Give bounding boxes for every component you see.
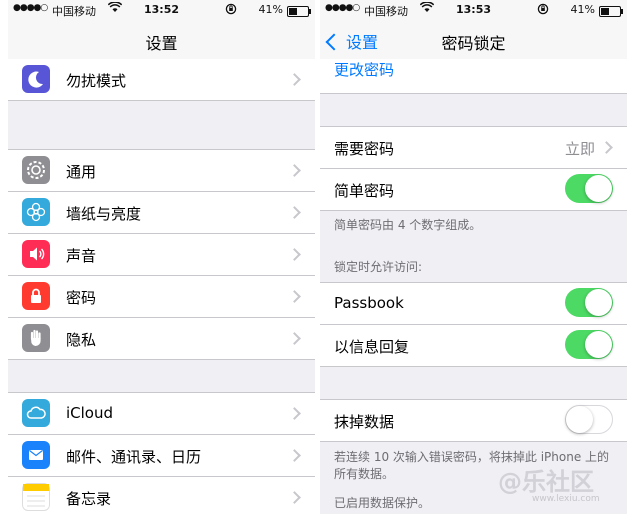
navigation-bar: 设置 密码锁定 [320,20,627,63]
settings-row-notes[interactable]: 备忘录 [8,477,315,514]
battery-icon [599,6,623,17]
chevron-right-icon [288,206,301,219]
settings-row-do-not-disturb[interactable]: 勿扰模式 [8,59,315,100]
simple-password-note: 简单密码由 4 个数字组成。 [334,218,482,232]
require-password-row[interactable]: 需要密码 立即 [320,127,627,169]
row-label: 声音 [66,247,97,265]
gear-icon [22,156,50,184]
row-label: 邮件、通讯录、日历 [66,448,202,466]
allow-access-group: Passbook 以信息回复 [320,282,627,367]
row-label: 以信息回复 [334,338,410,356]
settings-list[interactable]: 勿扰模式 通用 墙纸与亮度 声音 密码 隐私 iCloud 邮件、通讯录、日历 … [8,59,315,514]
page-title: 设置 [145,34,178,53]
password-options-group: 需要密码 立即 简单密码 [320,126,627,211]
settings-row-sounds[interactable]: 声音 [8,234,315,276]
erase-data-toggle[interactable] [565,405,613,434]
passbook-row: Passbook [320,283,627,325]
passcode-settings-list[interactable]: 更改密码 需要密码 立即 简单密码 简单密码由 4 个数字组成。 锁定时允许访问… [320,59,627,514]
settings-group-dnd: 勿扰模式 [8,59,315,101]
lock-icon [22,282,50,310]
erase-data-group: 抹掉数据 [320,399,627,442]
row-label: 备忘录 [66,490,112,508]
status-bar: ●●●●○ 中国移动 13:53 41% [320,0,627,20]
navigation-bar: 设置 [8,20,315,63]
cloud-icon [22,399,50,427]
row-label: 密码 [66,289,97,307]
page-title: 密码锁定 [441,34,506,53]
chevron-right-icon [288,491,301,504]
battery-level [601,8,610,15]
settings-row-privacy[interactable]: 隐私 [8,318,315,359]
rotation-lock-icon [537,3,549,18]
watermark-logo: @乐社区 [498,468,594,496]
row-label: 墙纸与亮度 [66,205,142,223]
settings-row-mail[interactable]: 邮件、通讯录、日历 [8,435,315,477]
toggle-knob [585,175,612,202]
row-label: 简单密码 [334,182,395,200]
settings-group-general: 通用 墙纸与亮度 声音 密码 隐私 [8,149,315,360]
battery-icon [287,6,311,17]
toggle-knob [585,331,612,358]
flower-icon [22,198,50,226]
row-label: 需要密码 [334,140,395,158]
chevron-right-icon [288,449,301,462]
require-password-value: 立即 [564,140,595,158]
battery-percent: 41% [258,3,283,16]
row-label: 抹掉数据 [334,413,395,431]
settings-row-general[interactable]: 通用 [8,150,315,192]
speaker-icon [22,240,50,268]
hand-icon [22,324,50,352]
chevron-right-icon [288,164,301,177]
reply-message-toggle[interactable] [565,330,613,359]
watermark-url: www.lexiu.com [532,494,600,504]
row-label: 隐私 [66,331,97,349]
passbook-toggle[interactable] [565,288,613,317]
passcode-lock-screen: ●●●●○ 中国移动 13:53 41% 设置 密码锁定 更改密码 需要密码 立… [320,0,627,514]
settings-screen: ●●●●○ 中国移动 13:52 41% 设置 勿扰模式 通用 墙纸与亮度 声音… [8,0,315,514]
status-bar: ●●●●○ 中国移动 13:52 41% [8,0,315,20]
chevron-right-icon [288,407,301,420]
row-label: 勿扰模式 [66,72,127,90]
moon-icon [22,65,50,93]
reply-message-row: 以信息回复 [320,325,627,366]
simple-password-toggle[interactable] [565,174,613,203]
notes-icon [22,483,50,511]
settings-row-icloud[interactable]: iCloud [8,393,315,435]
erase-data-row: 抹掉数据 [320,400,627,441]
allow-access-header: 锁定时允许访问: [334,260,423,274]
chevron-right-icon [288,73,301,86]
settings-group-apps: iCloud 邮件、通讯录、日历 备忘录 [8,392,315,514]
row-label: 通用 [66,163,97,181]
row-label: Passbook [334,294,404,312]
change-password-link[interactable]: 更改密码 [334,59,394,80]
chevron-right-icon [288,290,301,303]
rotation-lock-icon [225,3,237,18]
row-label: iCloud [66,404,114,422]
change-password-group: 更改密码 [320,59,627,94]
simple-password-row: 简单密码 [320,169,627,210]
battery-level [289,8,298,15]
chevron-right-icon [600,141,613,154]
toggle-knob [585,289,612,316]
chevron-right-icon [288,332,301,345]
toggle-knob [566,406,593,433]
settings-row-wallpaper[interactable]: 墙纸与亮度 [8,192,315,234]
battery-percent: 41% [570,3,595,16]
chevron-right-icon [288,248,301,261]
mail-icon [22,441,50,469]
settings-row-passcode[interactable]: 密码 [8,276,315,318]
